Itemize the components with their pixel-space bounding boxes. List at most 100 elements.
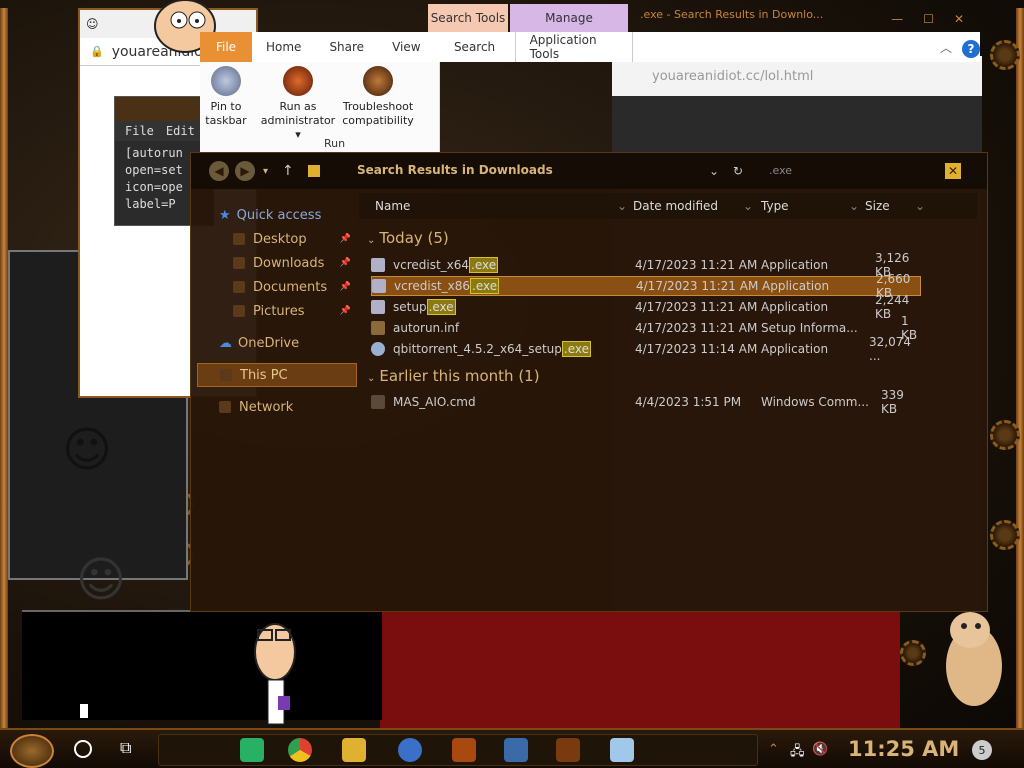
close-icon[interactable]: ✕: [954, 12, 964, 26]
file-name: vcredist_x64: [393, 258, 470, 272]
pictures-icon: [233, 305, 245, 317]
list-item[interactable]: autorun.inf 4/17/2023 11:21 AM Setup Inf…: [371, 314, 921, 342]
column-type[interactable]: Type: [761, 199, 789, 213]
sidebar-item-onedrive[interactable]: ☁ OneDrive: [197, 331, 357, 355]
chevron-down-icon[interactable]: ⌄: [915, 199, 925, 213]
notepad-menu: File Edit: [115, 121, 213, 141]
column-size[interactable]: Size: [865, 199, 890, 213]
collapse-ribbon-icon[interactable]: ︿: [940, 39, 952, 56]
file-ext-highlight: .exe: [561, 341, 591, 357]
dropdown-arrow-icon[interactable]: ▾: [295, 128, 301, 141]
list-item[interactable]: vcredist_x64 .exe 4/17/2023 11:21 AM Appl…: [371, 251, 921, 279]
address-path[interactable]: Search Results in Downloads: [357, 163, 553, 177]
xd-icon[interactable]: [452, 738, 476, 762]
pipe-decoration: [1016, 8, 1024, 728]
sidebar-item-downloads[interactable]: Downloads 📌: [197, 251, 357, 275]
recent-locations-icon[interactable]: ▾: [263, 166, 268, 177]
tab-view[interactable]: View: [378, 32, 434, 62]
file-date: 4/4/2023 1:51 PM: [635, 395, 742, 409]
background-window: [380, 610, 900, 730]
sidebar-item-desktop[interactable]: Desktop 📌: [197, 227, 357, 251]
file-type: Application: [761, 342, 829, 356]
chevron-down-icon[interactable]: ⌄: [617, 199, 627, 213]
notepad-titlebar: [115, 97, 213, 121]
notifications-badge[interactable]: 5: [972, 740, 992, 760]
manage-context: Manage: [510, 4, 628, 32]
column-name[interactable]: Name: [375, 199, 410, 213]
file-name: vcredist_x86: [394, 279, 471, 293]
sidebar-item-quick-access[interactable]: ★ Quick access: [197, 203, 357, 227]
network-icon[interactable]: 🖧: [790, 742, 806, 759]
chrome-icon[interactable]: [288, 738, 312, 762]
gear-decoration: [990, 420, 1020, 450]
collapse-icon: ⌄: [367, 373, 376, 384]
button-label: Troubleshoot: [342, 100, 414, 113]
group-label: Earlier this month (1): [379, 367, 540, 385]
list-item-selected[interactable]: vcredist_x86 .exe 4/17/2023 11:21 AM Appl…: [371, 272, 921, 300]
file-type: Application: [762, 279, 830, 293]
pipe-decoration: [0, 8, 8, 728]
sidebar-item-this-pc[interactable]: This PC: [197, 363, 357, 387]
file-size: 339 KB: [881, 388, 904, 416]
sidebar-item-network[interactable]: Network: [197, 395, 357, 419]
column-date-modified[interactable]: Date modified: [633, 199, 718, 213]
file-date: 4/17/2023 11:21 AM: [636, 279, 759, 293]
volume-muted-icon[interactable]: 🔇: [812, 742, 828, 758]
tab-application-tools[interactable]: Application Tools: [514, 32, 633, 62]
app-icon[interactable]: [556, 738, 580, 762]
group-label: Today (5): [379, 229, 449, 247]
chevron-down-icon[interactable]: ⌄: [743, 199, 753, 213]
tab-file[interactable]: File: [200, 32, 252, 62]
clear-search-button[interactable]: ✕: [945, 163, 961, 179]
chevron-down-icon[interactable]: ⌄: [849, 199, 859, 213]
pin-to-taskbar-button[interactable]: Pin to taskbar: [204, 66, 248, 128]
list-item[interactable]: qbittorrent_4.5.2_x64_setup .exe 4/17/202…: [371, 335, 921, 363]
troubleshoot-icon: [363, 66, 393, 96]
button-label: administrator: [260, 114, 336, 127]
file-size: 32,074 ...: [869, 335, 911, 363]
forward-button[interactable]: ▶: [235, 161, 255, 181]
file-name: qbittorrent_4.5.2_x64_setup: [393, 342, 562, 356]
help-icon[interactable]: ?: [962, 40, 980, 58]
file-explorer-icon[interactable]: [342, 738, 366, 762]
refresh-icon[interactable]: ↻: [733, 164, 743, 178]
chevron-up-icon[interactable]: ⌃: [768, 742, 784, 758]
tab-share[interactable]: Share: [315, 32, 378, 62]
ribbon-tabs: File Home Share View Search Application …: [200, 32, 980, 62]
setup-icon: [371, 300, 385, 314]
list-item[interactable]: setup .exe 4/17/2023 11:21 AM Application…: [371, 293, 921, 321]
address-dropdown-icon[interactable]: ⌄: [709, 164, 719, 178]
tab-search[interactable]: Search: [435, 32, 515, 62]
search-circle-icon[interactable]: [74, 740, 92, 758]
troubleshoot-compatibility-button[interactable]: Troubleshoot compatibility: [338, 66, 418, 128]
tab-home[interactable]: Home: [252, 32, 315, 62]
up-arrow-icon[interactable]: ↑: [282, 163, 294, 179]
sidebar-item-pictures[interactable]: Pictures 📌: [197, 299, 357, 323]
start-button[interactable]: [10, 734, 54, 768]
virtualbox-icon[interactable]: [504, 738, 528, 762]
notepad-icon[interactable]: [610, 738, 634, 762]
ribbon-group-label: Run: [324, 137, 346, 150]
folder-icon: [307, 165, 320, 177]
smiley-icon: ☺: [86, 17, 99, 31]
back-button[interactable]: ◀: [209, 161, 229, 181]
search-input[interactable]: .exe: [757, 161, 967, 181]
hamster-decoration: [940, 606, 1006, 710]
group-header-today[interactable]: ⌄ Today (5): [367, 229, 449, 247]
sidebar-item-documents[interactable]: Documents 📌: [197, 275, 357, 299]
chat-icon[interactable]: [240, 738, 264, 762]
run-as-administrator-button[interactable]: Run as administrator ▾: [258, 66, 338, 142]
desktop-icon: [233, 233, 245, 245]
group-header-earlier[interactable]: ⌄ Earlier this month (1): [367, 367, 540, 385]
clock[interactable]: 11:25 AM: [848, 737, 959, 761]
inf-file-icon: [371, 321, 385, 335]
search-tools-context: Search Tools: [428, 4, 508, 32]
collapse-icon: ⌄: [367, 235, 376, 246]
minimize-icon[interactable]: —: [891, 12, 903, 26]
maximize-icon[interactable]: ☐: [923, 12, 934, 26]
installer-icon: [372, 279, 386, 293]
task-view-icon[interactable]: ⧉: [120, 738, 131, 758]
list-item[interactable]: MAS_AIO.cmd 4/4/2023 1:51 PM Windows Com…: [371, 388, 921, 416]
text-cursor: [80, 704, 88, 718]
qbittorrent-icon[interactable]: [398, 738, 422, 762]
